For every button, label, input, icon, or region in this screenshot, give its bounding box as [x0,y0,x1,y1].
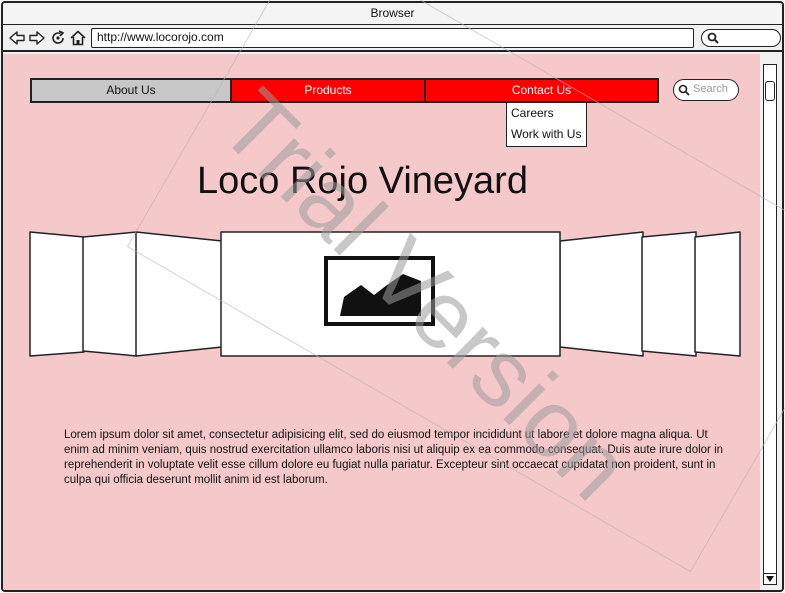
dropdown-item-work-with-us[interactable]: Work with Us [507,124,586,145]
window-title: Browser [3,3,782,25]
carousel-slide-right-1 [694,231,741,357]
image-carousel[interactable] [29,229,741,359]
carousel-slide-left-2 [82,231,138,357]
url-bar[interactable]: http://www.locorojo.com [91,28,694,48]
home-icon[interactable] [69,29,87,47]
carousel-slide-right-2 [641,231,697,357]
dropdown-item-careers[interactable]: Careers [507,103,586,124]
search-icon [707,32,719,44]
carousel-slide-left-1 [29,231,85,357]
browser-window: Browser http://www.locorojo.com About Us… [1,1,784,592]
menu-item-contact-us[interactable]: Contact Us [424,78,659,103]
menu-item-products[interactable]: Products [230,78,426,103]
scrollbar-track[interactable] [763,64,777,585]
site-search-input[interactable]: Search [673,79,739,101]
back-arrow-icon[interactable] [8,29,26,47]
image-placeholder-icon [324,256,435,326]
browser-search-field[interactable] [701,29,781,47]
contact-dropdown-menu: Careers Work with Us [506,102,587,147]
scrollbar-thumb[interactable] [765,81,775,101]
site-menubar: About Us Products Contact Us [30,78,659,103]
reload-icon[interactable] [49,29,67,47]
carousel-slide-left-3 [135,231,223,357]
forward-arrow-icon[interactable] [28,29,46,47]
body-paragraph: Lorem ipsum dolor sit amet, consectetur … [64,429,724,486]
browser-toolbar: http://www.locorojo.com [3,25,782,52]
page-title: Loco Rojo Vineyard [197,160,528,202]
search-placeholder: Search [693,83,728,95]
vertical-scrollbar[interactable] [760,54,782,590]
search-icon [678,84,690,96]
menu-item-about-us[interactable]: About Us [30,78,232,103]
web-page: About Us Products Contact Us Careers Wor… [3,54,760,590]
scroll-down-icon[interactable] [763,573,777,585]
carousel-slide-right-3 [559,231,644,357]
